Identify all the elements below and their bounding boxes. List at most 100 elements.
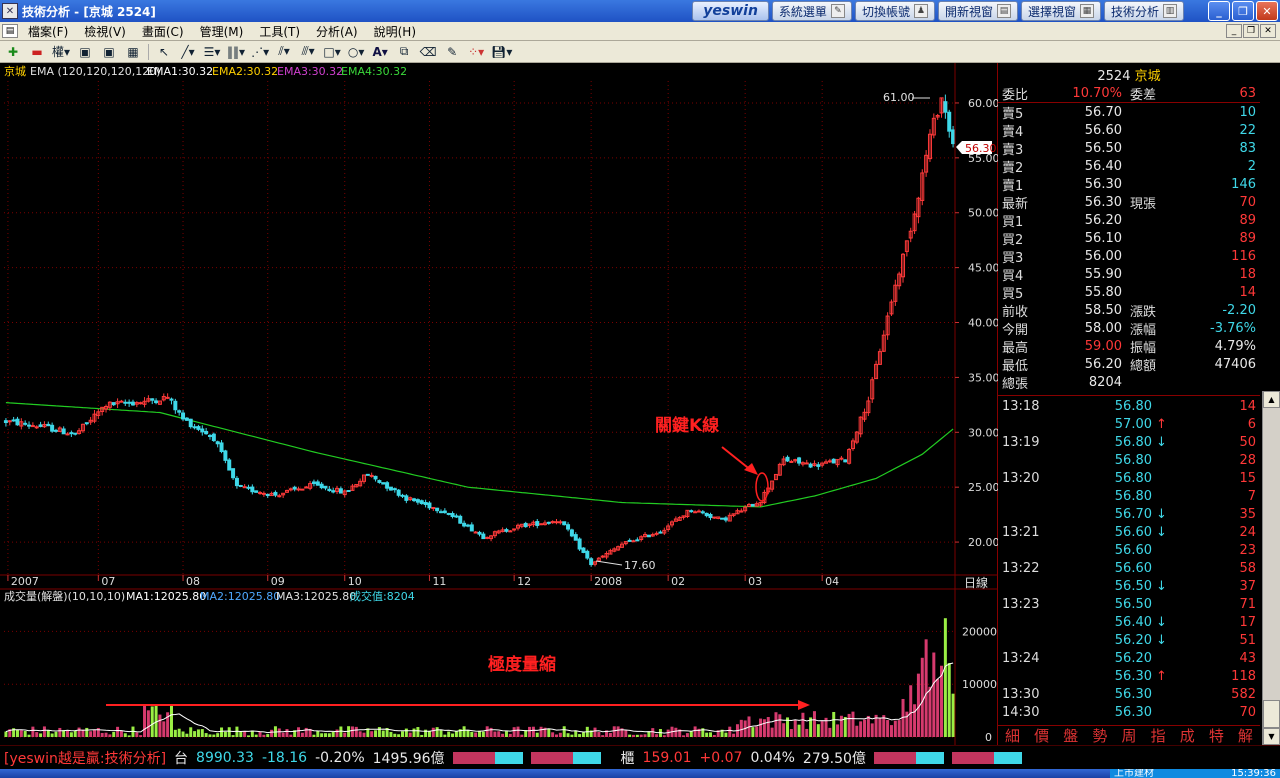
status-bar: [yeswin越是贏:技術分析] 台 8990.33 -18.16 -0.20%…	[0, 745, 1280, 769]
tick-row[interactable]: 56.30 ↑ 118	[998, 669, 1260, 687]
ellipse-icon[interactable]: ○▾	[347, 43, 365, 61]
chart-canvas[interactable]: 20.0025.0030.0035.0040.0045.0050.0055.00…	[0, 63, 998, 745]
ask-row[interactable]: 賣1 56.30 146	[998, 175, 1260, 194]
taiex-amount: 1495.96億	[372, 750, 445, 767]
tick-row[interactable]: 56.80 7	[998, 489, 1260, 507]
bid-row[interactable]: 買4 55.90 18	[998, 265, 1260, 284]
vertical-lines-icon[interactable]: ‖‖▾	[227, 43, 245, 61]
menu-help[interactable]: 說明(H)	[366, 23, 424, 40]
horizontal-lines-icon[interactable]: ☰▾	[203, 43, 221, 61]
tick-row[interactable]: 14:30 56.30 70	[998, 705, 1260, 723]
tab-book[interactable]: 盤	[1056, 726, 1085, 745]
mdi-restore-icon[interactable]: ❐	[1243, 24, 1259, 38]
line-tool-icon[interactable]: ╱▾	[179, 43, 197, 61]
window-layout-3-icon[interactable]: ▦	[124, 43, 142, 61]
scroll-down-icon[interactable]: ▼	[1263, 728, 1280, 745]
bid-row[interactable]: 買3 56.00 116	[998, 247, 1260, 266]
technical-analysis-button[interactable]: 技術分析 ▥	[1103, 1, 1184, 21]
ask-row[interactable]: 賣2 56.40 2	[998, 157, 1260, 176]
tab-index[interactable]: 指	[1144, 726, 1173, 745]
status-brand[interactable]: [yeswin越是贏:技術分析]	[4, 748, 166, 768]
save-icon[interactable]: 💾︎▾	[491, 43, 512, 61]
bid-row[interactable]: 買5 55.80 14	[998, 283, 1260, 302]
ask-row[interactable]: 賣4 56.60 22	[998, 121, 1260, 140]
fan-lines-icon[interactable]: ⋰▾	[251, 43, 269, 61]
system-menu-button[interactable]: 系統選單 ✎	[771, 1, 852, 21]
volume-bar	[647, 731, 651, 737]
bid-row[interactable]: 買2 56.10 89	[998, 229, 1260, 248]
volume-bar	[739, 719, 743, 737]
volume-bar	[404, 728, 408, 737]
tab-week[interactable]: 周	[1114, 726, 1143, 745]
tick-row[interactable]: 57.00 ↑ 6	[998, 417, 1260, 435]
tick-row[interactable]: 13:23 56.50 71	[998, 597, 1260, 615]
window-layout-1-icon[interactable]: ▣	[76, 43, 94, 61]
zoom-out-icon[interactable]: ▬	[28, 43, 46, 61]
mdi-close-icon[interactable]: ✕	[1260, 24, 1276, 38]
paint-icon[interactable]: ✎	[443, 43, 461, 61]
new-window-button[interactable]: 開新視窗 ▤	[937, 1, 1018, 21]
menu-view[interactable]: 檢視(V)	[76, 23, 134, 40]
menu-tools[interactable]: 工具(T)	[251, 23, 308, 40]
candle-body	[462, 522, 467, 527]
tick-row[interactable]: 13:19 56.80 ↓ 50	[998, 435, 1260, 453]
scroll-thumb[interactable]	[1263, 700, 1280, 728]
candle-body	[839, 457, 844, 460]
volume-bar	[608, 733, 612, 737]
ask-row[interactable]: 賣3 56.50 83	[998, 139, 1260, 158]
tick-row[interactable]: 56.50 ↓ 37	[998, 579, 1260, 597]
tab-detail[interactable]: 細	[998, 726, 1027, 745]
mdi-document-icon[interactable]: ▤	[2, 24, 18, 38]
text-icon[interactable]: A▾	[371, 43, 389, 61]
tick-row[interactable]: 56.40 ↓ 17	[998, 615, 1260, 633]
window-layout-2-icon[interactable]: ▣	[100, 43, 118, 61]
mdi-minimize-icon[interactable]: _	[1226, 24, 1242, 38]
tab-trend[interactable]: 勢	[1085, 726, 1114, 745]
menu-screen[interactable]: 畫面(C)	[134, 23, 192, 40]
volume-bar	[759, 718, 763, 737]
tab-special[interactable]: 特	[1202, 726, 1231, 745]
tick-row[interactable]: 13:30 56.30 582	[998, 687, 1260, 705]
candle-body	[654, 532, 659, 535]
tick-row[interactable]: 13:24 56.20 43	[998, 651, 1260, 669]
eraser-icon[interactable]: ⌫	[419, 43, 437, 61]
menu-file[interactable]: 檔案(F)	[20, 23, 76, 40]
period-label[interactable]: 日線	[964, 575, 988, 590]
app-icon[interactable]: ✕	[2, 3, 18, 19]
rectangle-icon[interactable]: □▾	[323, 43, 341, 61]
tab-volume[interactable]: 成	[1173, 726, 1202, 745]
tab-analysis[interactable]: 解	[1231, 726, 1260, 745]
tick-row[interactable]: 13:22 56.60 58	[998, 561, 1260, 579]
time-tick-label: 11	[432, 575, 446, 588]
parallel-lines-icon[interactable]: ⫻▾	[299, 43, 317, 61]
restore-icon[interactable]: ❐	[1232, 1, 1254, 21]
scroll-up-icon[interactable]: ▲	[1263, 391, 1280, 408]
tab-price[interactable]: 價	[1027, 726, 1056, 745]
tick-row[interactable]: 56.80 28	[998, 453, 1260, 471]
tick-row[interactable]: 56.60 23	[998, 543, 1260, 561]
technical-chart-panel[interactable]: 20.00 25.00 30.00 35.00 40.00 45.00 50.00 55.00…	[0, 63, 998, 745]
zoom-in-icon[interactable]: ✚	[4, 43, 22, 61]
pointer-icon[interactable]: ↖	[155, 43, 173, 61]
tick-row[interactable]: 13:18 56.80 14	[998, 399, 1260, 417]
toolbar-divider	[148, 43, 150, 60]
volume-bar	[158, 714, 162, 737]
color-palette-icon[interactable]: ⁘▾	[467, 43, 485, 61]
menu-manage[interactable]: 管理(M)	[192, 23, 252, 40]
select-window-button[interactable]: 選擇視窗 ▦	[1020, 1, 1101, 21]
tick-scrollbar[interactable]: ▲ ▼	[1262, 391, 1280, 745]
yeswin-logo[interactable]: yeswin	[692, 1, 769, 21]
menu-analysis[interactable]: 分析(A)	[308, 23, 366, 40]
close-icon[interactable]: ✕	[1256, 1, 1278, 21]
channel-icon[interactable]: ⫽▾	[275, 43, 293, 61]
switch-account-button[interactable]: 切換帳號 ♟	[854, 1, 935, 21]
tick-row[interactable]: 13:21 56.60 ↓ 24	[998, 525, 1260, 543]
tick-row[interactable]: 13:20 56.80 15	[998, 471, 1260, 489]
tick-row[interactable]: 56.70 ↓ 35	[998, 507, 1260, 525]
bid-row[interactable]: 買1 56.20 89	[998, 211, 1260, 230]
minimize-icon[interactable]: _	[1208, 1, 1230, 21]
tick-row[interactable]: 56.20 ↓ 51	[998, 633, 1260, 651]
weight-dropdown[interactable]: 權 ▾	[52, 43, 70, 61]
copy-icon[interactable]: ⧉	[395, 43, 413, 61]
ask-row[interactable]: 賣5 56.70 10	[998, 103, 1260, 122]
